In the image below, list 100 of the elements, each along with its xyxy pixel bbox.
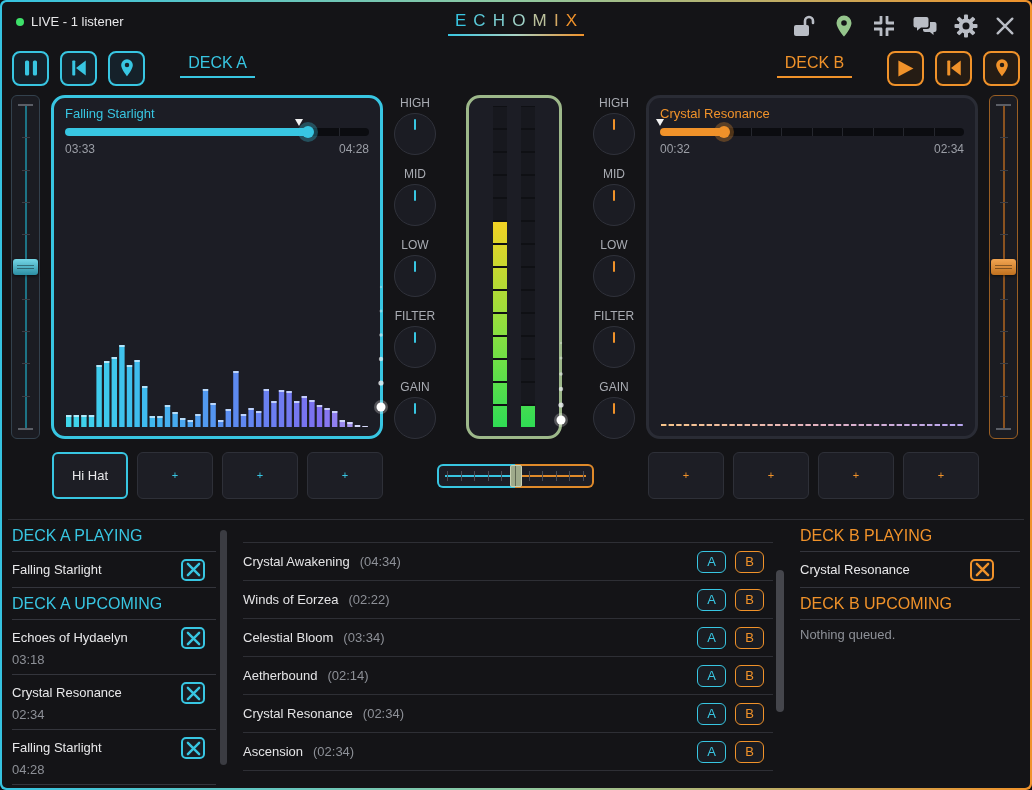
elapsed-time: 00:32 [660, 142, 691, 156]
track-name: Echoes of Hydaelyn [12, 629, 128, 646]
settings-icon[interactable] [954, 14, 978, 38]
load-to-deck-button[interactable]: B [735, 702, 764, 725]
pause-button[interactable] [12, 50, 49, 86]
progress-thumb[interactable] [298, 122, 319, 142]
track-duration: (02:14) [327, 667, 369, 684]
skip-back-button[interactable] [60, 50, 97, 86]
remove-button[interactable] [181, 558, 205, 581]
track-duration: (02:22) [348, 591, 390, 608]
cue-marker-icon[interactable] [295, 119, 304, 126]
load-to-deck-button[interactable]: A [697, 626, 726, 649]
cue-marker-icon[interactable] [656, 119, 664, 126]
track-name: Crystal Awakening [243, 553, 350, 570]
knob-label: FILTER [593, 309, 635, 323]
track-duration: (04:34) [359, 553, 401, 570]
load-to-deck-button[interactable]: A [697, 588, 726, 611]
progress-thumb[interactable] [713, 122, 734, 142]
empty-pad[interactable]: + [648, 452, 724, 499]
scrollbar[interactable] [776, 570, 784, 712]
track-name: Crystal Resonance [800, 561, 910, 578]
volume-fader[interactable] [11, 95, 40, 439]
chat-bubbles-icon[interactable] [912, 14, 938, 38]
remove-button[interactable] [181, 627, 205, 649]
knob-label: FILTER [394, 309, 436, 323]
section-heading: DECK A PLAYING [12, 520, 216, 552]
x-icon [974, 562, 990, 577]
empty-pad[interactable]: + [903, 452, 979, 499]
deck-label: DECK B [777, 52, 852, 78]
crossfader-handle[interactable] [509, 464, 522, 487]
empty-pad[interactable]: + [818, 452, 894, 499]
remove-button[interactable] [970, 558, 994, 581]
sample-pad[interactable]: Hi Hat [52, 452, 128, 499]
knob-label: LOW [401, 238, 429, 252]
close-icon[interactable] [994, 15, 1016, 37]
track-duration: 03:18 [12, 651, 46, 668]
empty-pad[interactable]: + [137, 452, 213, 499]
section-heading: DECK A UPCOMING [12, 588, 216, 620]
track-duration: (02:34) [313, 743, 355, 760]
load-to-deck-button[interactable]: B [735, 664, 764, 687]
load-to-deck-button[interactable]: A [697, 740, 726, 763]
empty-pad[interactable]: + [733, 452, 809, 499]
elapsed-time: 03:33 [65, 142, 96, 156]
knob-label: LOW [600, 238, 628, 252]
crossfader[interactable] [437, 463, 594, 488]
fader-handle[interactable] [991, 259, 1016, 275]
load-to-deck-button[interactable]: B [735, 588, 764, 611]
load-to-deck-button[interactable]: A [697, 550, 726, 573]
empty-pad[interactable]: + [307, 452, 383, 499]
x-icon [185, 630, 201, 646]
track-name: Crystal Resonance [12, 684, 122, 701]
load-to-deck-button[interactable]: B [735, 626, 764, 649]
knob-label: MID [603, 167, 625, 181]
play-button[interactable] [887, 50, 924, 86]
track-name: Falling Starlight [12, 561, 102, 578]
empty-queue-text: Nothing queued. [800, 626, 897, 643]
volume-fader[interactable] [989, 95, 1018, 439]
track-name: Winds of Eorzea [243, 591, 339, 608]
location-button[interactable] [108, 50, 145, 86]
collapse-icon[interactable] [872, 14, 896, 38]
empty-pad[interactable]: + [222, 452, 298, 499]
track-name: Celestial Bloom [243, 629, 334, 646]
section-heading: DECK B UPCOMING [800, 588, 1020, 620]
x-icon [185, 562, 201, 577]
knob-label: HIGH [400, 96, 430, 110]
padlock-icon[interactable] [792, 14, 816, 38]
remove-button[interactable] [181, 682, 205, 704]
load-to-deck-button[interactable]: A [697, 664, 726, 687]
skip-back-icon [69, 59, 88, 77]
track-name: Ascension [243, 743, 303, 760]
knob-label: MID [404, 167, 426, 181]
knob-label: GAIN [400, 380, 430, 394]
remove-button[interactable] [181, 737, 205, 759]
track-name: Aetherbound [243, 667, 318, 684]
x-icon [185, 685, 201, 701]
track-title: Crystal Resonance [660, 106, 771, 122]
skip-back-icon [944, 59, 963, 77]
track-duration: 02:34 [12, 706, 46, 723]
scrollbar[interactable] [220, 530, 227, 765]
track-duration: 04:28 [12, 761, 46, 778]
load-to-deck-button[interactable]: A [697, 702, 726, 725]
section-heading: DECK B PLAYING [800, 520, 1020, 552]
track-name: Falling Starlight [12, 739, 102, 756]
skip-back-button[interactable] [935, 50, 972, 86]
location-button[interactable] [983, 50, 1020, 86]
deck-label: DECK A [180, 52, 255, 78]
track-duration: (03:34) [343, 629, 385, 646]
load-to-deck-button[interactable]: B [735, 740, 764, 763]
track-duration: (02:34) [362, 705, 405, 722]
fader-handle[interactable] [13, 259, 38, 275]
total-time: 02:34 [933, 142, 964, 156]
load-to-deck-button[interactable]: B [735, 550, 764, 573]
play-icon [896, 58, 915, 78]
status-text: LIVE - 1 listener [31, 14, 124, 30]
knob-label: GAIN [599, 380, 629, 394]
x-icon [185, 740, 201, 756]
knob-label: HIGH [599, 96, 629, 110]
total-time: 04:28 [338, 142, 369, 156]
track-name: Crystal Resonance [243, 705, 353, 722]
track-title: Falling Starlight [65, 106, 156, 122]
